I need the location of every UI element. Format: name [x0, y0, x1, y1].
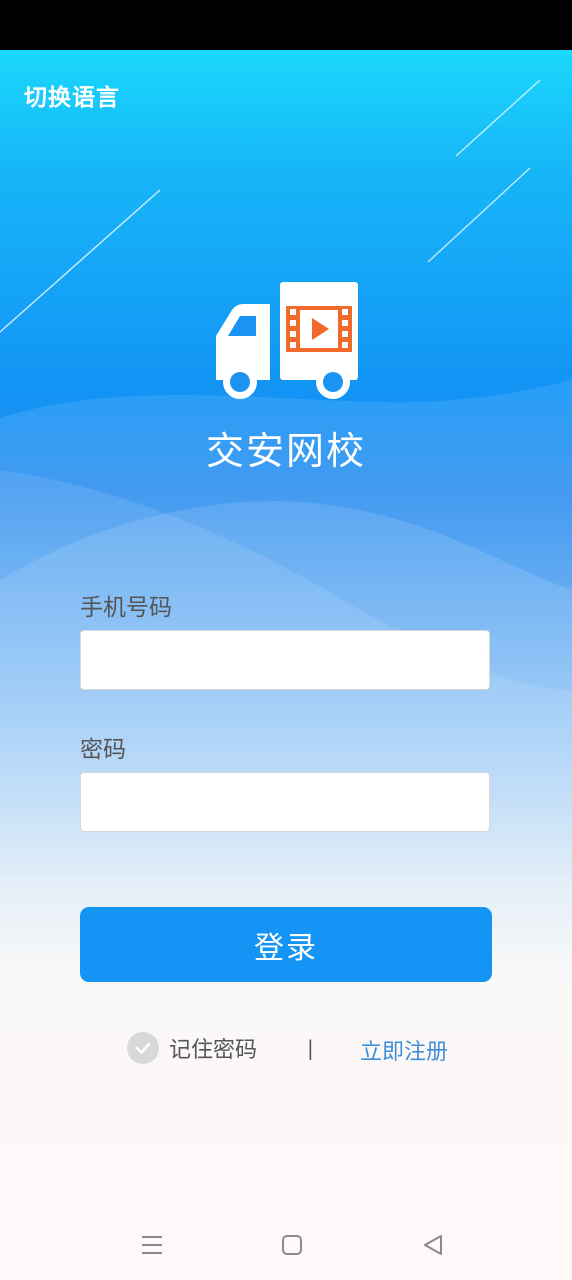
truck-video-icon	[216, 282, 358, 399]
system-nav-bar	[0, 1210, 572, 1280]
back-icon[interactable]	[418, 1230, 448, 1260]
remember-password-label: 记住密码	[169, 1038, 258, 1063]
language-switch-button[interactable]: 切换语言	[24, 78, 120, 112]
phone-input[interactable]	[80, 630, 490, 690]
checkmark-icon[interactable]	[127, 1032, 159, 1064]
login-button[interactable]: 登录	[80, 907, 492, 982]
home-icon[interactable]	[277, 1230, 307, 1260]
remember-password-toggle[interactable]: 记住密码	[127, 1031, 257, 1065]
app-name: 交安网校	[205, 429, 366, 473]
password-label: 密码	[80, 737, 126, 763]
password-input[interactable]	[80, 772, 490, 832]
phone-label: 手机号码	[80, 595, 172, 621]
menu-icon[interactable]	[137, 1230, 167, 1260]
register-link[interactable]: 立即注册	[360, 1034, 448, 1066]
divider: |	[307, 1036, 314, 1060]
status-bar	[0, 0, 572, 50]
